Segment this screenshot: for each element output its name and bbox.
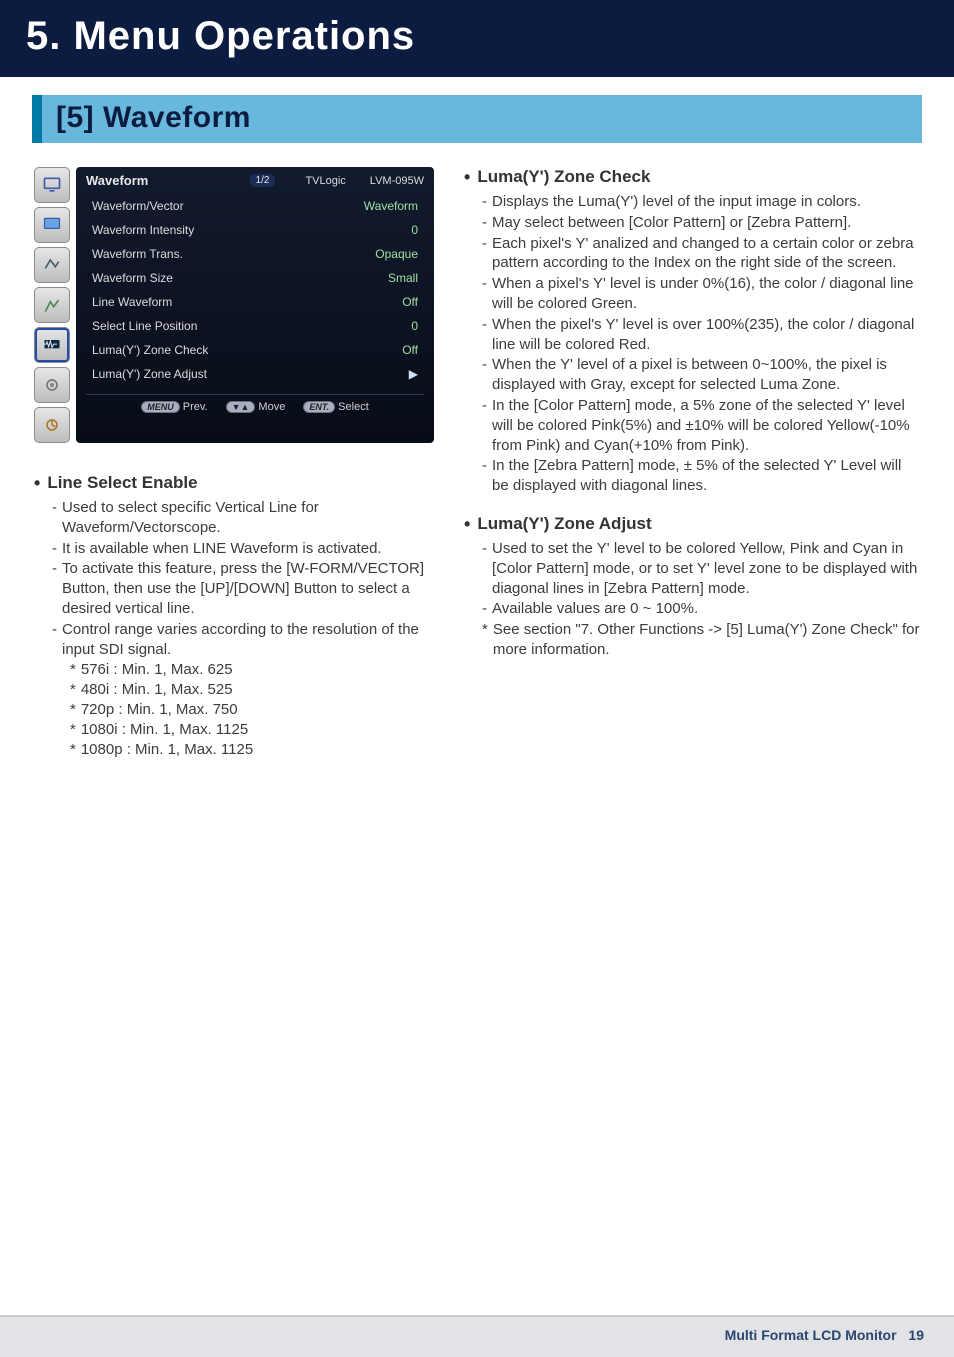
chapter-title: 5. Menu Operations <box>0 0 954 77</box>
osd-menu-figure: Waveform 1/2 TVLogic LVM-095W Waveform/V… <box>34 167 434 443</box>
osd-hint-prev: MENUPrev. <box>141 401 207 413</box>
body-line: To activate this feature, press the [W-F… <box>52 559 434 618</box>
resolution-spec: 576i : Min. 1, Max. 625 <box>70 660 434 680</box>
osd-row: Luma(Y') Zone Adjust ▶ <box>86 362 424 386</box>
arrows-key-icon: ▼▲ <box>226 401 256 413</box>
body-line: In the [Color Pattern] mode, a 5% zone o… <box>482 396 920 455</box>
osd-row: Waveform/Vector Waveform <box>86 194 424 218</box>
section-title: [5] Waveform <box>32 95 922 143</box>
body-line: It is available when LINE Waveform is ac… <box>52 539 434 559</box>
osd-item-value: Small <box>388 271 418 285</box>
topic-luma-zone-adjust: Luma(Y') Zone Adjust Used to set the Y' … <box>464 514 920 660</box>
topic-title: Line Select Enable <box>34 473 434 494</box>
osd-row: Select Line Position 0 <box>86 314 424 338</box>
osd-hint-select: ENT.Select <box>303 401 368 413</box>
waveform-tab-icon <box>34 327 70 363</box>
ent-key-icon: ENT. <box>303 401 335 413</box>
osd-item-label: Line Waveform <box>92 295 172 309</box>
resolution-spec: 720p : Min. 1, Max. 750 <box>70 700 434 720</box>
osd-hint-label: Prev. <box>183 401 208 413</box>
osd-item-label: Waveform Trans. <box>92 247 183 261</box>
system-icon <box>34 407 70 443</box>
osd-row: Luma(Y') Zone Check Off <box>86 338 424 362</box>
body-line: May select between [Color Pattern] or [Z… <box>482 213 920 233</box>
resolution-spec: 480i : Min. 1, Max. 525 <box>70 680 434 700</box>
osd-row: Waveform Intensity 0 <box>86 218 424 242</box>
osd-submenu-arrow-icon: ▶ <box>409 367 418 381</box>
osd-page-indicator: 1/2 <box>250 174 276 187</box>
body-line: Control range varies according to the re… <box>52 620 434 660</box>
osd-title: Waveform <box>86 173 250 188</box>
gpi-icon <box>34 247 70 283</box>
body-line: When the Y' level of a pixel is between … <box>482 355 920 395</box>
osd-item-label: Luma(Y') Zone Check <box>92 343 208 357</box>
body-line: When a pixel's Y' level is under 0%(16),… <box>482 274 920 314</box>
osd-item-value: Waveform <box>364 199 418 213</box>
osd-brand: TVLogic <box>305 175 345 187</box>
osd-item-label: Waveform/Vector <box>92 199 184 213</box>
body-line: Available values are 0 ~ 100%. <box>482 599 920 619</box>
osd-item-value: Opaque <box>375 247 418 261</box>
resolution-spec: 1080i : Min. 1, Max. 1125 <box>70 720 434 740</box>
topic-line-select-enable: Line Select Enable Used to select specif… <box>34 473 434 759</box>
osd-item-label: Select Line Position <box>92 319 197 333</box>
body-line: When the pixel's Y' level is over 100%(2… <box>482 315 920 355</box>
page-number: 19 <box>908 1327 924 1343</box>
menu-key-icon: MENU <box>141 401 180 413</box>
osd-hint-label: Select <box>338 401 369 413</box>
osd-row: Waveform Size Small <box>86 266 424 290</box>
body-line: Displays the Luma(Y') level of the input… <box>482 192 920 212</box>
osd-row: Line Waveform Off <box>86 290 424 314</box>
footer-label: Multi Format LCD Monitor <box>725 1327 897 1343</box>
osd-row: Waveform Trans. Opaque <box>86 242 424 266</box>
body-line: In the [Zebra Pattern] mode, ± 5% of the… <box>482 456 920 496</box>
body-line: Used to select specific Vertical Line fo… <box>52 498 434 538</box>
osd-item-label: Luma(Y') Zone Adjust <box>92 367 207 381</box>
osd-item-value: Off <box>402 343 418 357</box>
body-line: Each pixel's Y' analized and changed to … <box>482 234 920 274</box>
right-column: Luma(Y') Zone Check Displays the Luma(Y'… <box>464 167 920 777</box>
osd-side-tabs <box>34 167 70 443</box>
osd-items: Waveform/Vector Waveform Waveform Intensi… <box>86 194 424 386</box>
osd-model: LVM-095W <box>370 175 424 187</box>
audio-icon <box>34 367 70 403</box>
osd-item-value: Off <box>402 295 418 309</box>
topic-title: Luma(Y') Zone Check <box>464 167 920 188</box>
marker-icon <box>34 287 70 323</box>
osd-item-label: Waveform Intensity <box>92 223 194 237</box>
topic-title: Luma(Y') Zone Adjust <box>464 514 920 535</box>
page-footer: Multi Format LCD Monitor 19 <box>0 1315 954 1357</box>
osd-item-label: Waveform Size <box>92 271 173 285</box>
topic-luma-zone-check: Luma(Y') Zone Check Displays the Luma(Y'… <box>464 167 920 496</box>
osd-panel: Waveform 1/2 TVLogic LVM-095W Waveform/V… <box>76 167 434 443</box>
osd-item-value: 0 <box>411 319 418 333</box>
content-columns: Waveform 1/2 TVLogic LVM-095W Waveform/V… <box>0 143 954 777</box>
osd-hint-move: ▼▲Move <box>226 401 286 413</box>
osd-item-value: 0 <box>411 223 418 237</box>
left-column: Waveform 1/2 TVLogic LVM-095W Waveform/V… <box>34 167 434 777</box>
body-line: Used to set the Y' level to be colored Y… <box>482 539 920 598</box>
see-also-note: See section "7. Other Functions -> [5] L… <box>482 620 920 660</box>
osd-footer-hints: MENUPrev. ▼▲Move ENT.Select <box>86 394 424 413</box>
monitor-icon <box>34 167 70 203</box>
resolution-spec: 1080p : Min. 1, Max. 1125 <box>70 740 434 760</box>
color-icon <box>34 207 70 243</box>
osd-hint-label: Move <box>258 401 285 413</box>
